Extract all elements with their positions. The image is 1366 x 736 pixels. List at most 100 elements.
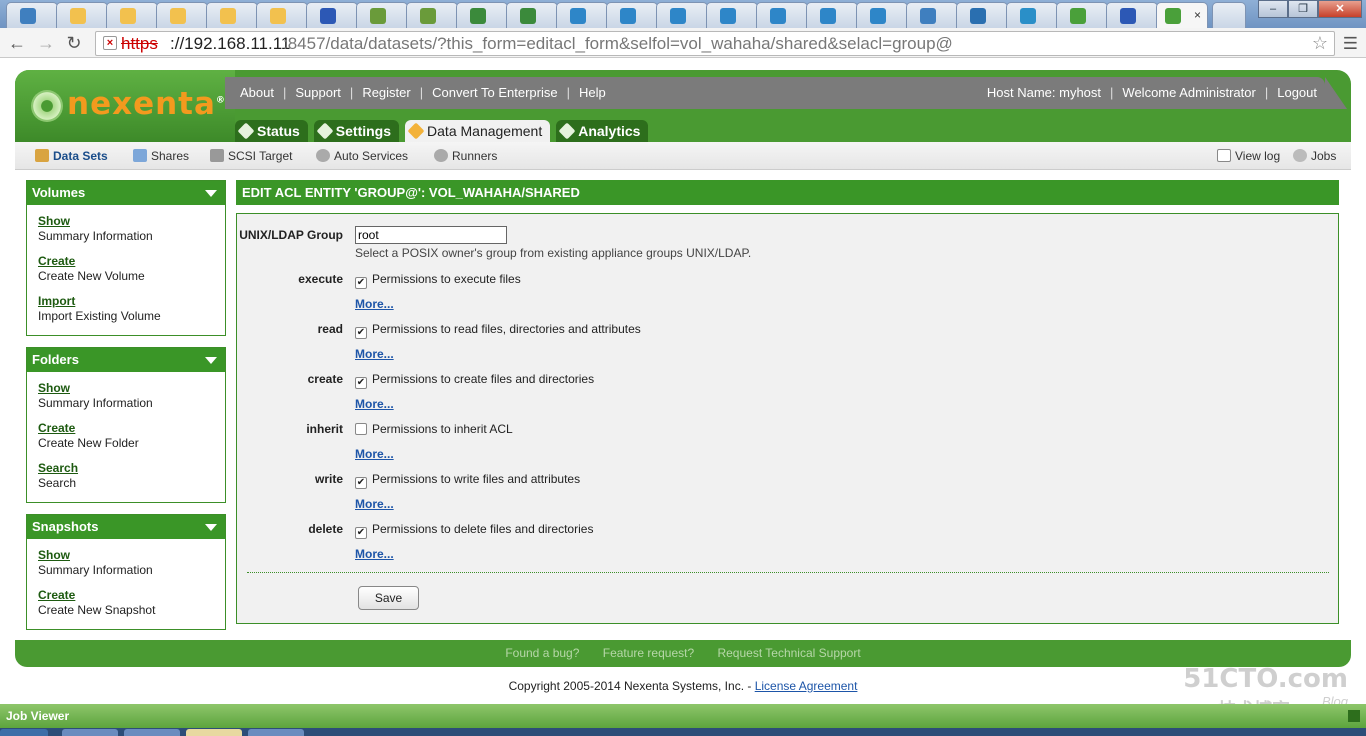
support-link[interactable]: Support: [295, 85, 341, 100]
browser-tab[interactable]: [356, 2, 408, 28]
tab-status[interactable]: Status: [235, 120, 308, 142]
browser-tab[interactable]: [856, 2, 908, 28]
close-tab-icon[interactable]: ×: [1194, 8, 1201, 22]
volumes-show-link[interactable]: Show: [38, 214, 225, 229]
browser-tab[interactable]: [6, 2, 58, 28]
license-agreement-link[interactable]: License Agreement: [755, 679, 858, 693]
expand-icon[interactable]: [1348, 710, 1360, 722]
folders-panel-header[interactable]: Folders: [27, 348, 225, 372]
close-window-button[interactable]: ✕: [1318, 0, 1362, 18]
inherit-checkbox[interactable]: [355, 423, 367, 435]
logout-link[interactable]: Logout: [1277, 85, 1317, 100]
about-link[interactable]: About: [240, 85, 274, 100]
create-checkbox[interactable]: ✔: [355, 377, 367, 389]
browser-tab[interactable]: [1006, 2, 1058, 28]
tab-analytics[interactable]: Analytics: [556, 120, 649, 142]
view-log-link[interactable]: View log: [1217, 149, 1280, 163]
subnav-scsi-target[interactable]: SCSI Target: [210, 149, 292, 163]
browser-tab[interactable]: [906, 2, 958, 28]
chevron-down-icon[interactable]: [205, 190, 217, 197]
subnav-runners[interactable]: Runners: [434, 149, 497, 163]
create-more-link[interactable]: More...: [355, 397, 394, 411]
help-link[interactable]: Help: [579, 85, 606, 100]
taskbar-item[interactable]: [248, 729, 304, 736]
snapshots-create-link[interactable]: Create: [38, 588, 225, 603]
write-more-link[interactable]: More...: [355, 497, 394, 511]
inherit-more-link[interactable]: More...: [355, 447, 394, 461]
browser-tab[interactable]: [306, 2, 358, 28]
request-support-link[interactable]: Request Technical Support: [717, 646, 860, 660]
insecure-warning-icon[interactable]: ×: [103, 36, 117, 50]
taskbar-item[interactable]: [186, 729, 242, 736]
subnav-data-sets[interactable]: Data Sets: [35, 149, 108, 163]
chevron-down-icon[interactable]: [205, 357, 217, 364]
browser-tab-active[interactable]: ×: [1156, 2, 1208, 29]
browser-tab[interactable]: [656, 2, 708, 28]
tab-data-management[interactable]: Data Management: [405, 120, 551, 142]
perm-description: Permissions to execute files: [372, 272, 521, 286]
subnav-shares[interactable]: Shares: [133, 149, 189, 163]
folders-search-link[interactable]: Search: [38, 461, 225, 476]
browser-tab[interactable]: [256, 2, 308, 28]
maximize-button[interactable]: ❐: [1288, 0, 1318, 18]
execute-more-link[interactable]: More...: [355, 297, 394, 311]
volumes-panel-header[interactable]: Volumes: [27, 181, 225, 205]
bookmark-star-icon[interactable]: ☆: [1312, 33, 1328, 54]
delete-checkbox[interactable]: ✔: [355, 527, 367, 539]
taskbar-item[interactable]: [62, 729, 118, 736]
forward-arrow-icon[interactable]: →: [35, 32, 57, 54]
group-input[interactable]: [355, 226, 507, 244]
browser-tab[interactable]: [606, 2, 658, 28]
volumes-import-link[interactable]: Import: [38, 294, 225, 309]
folders-create-link[interactable]: Create: [38, 421, 225, 436]
list-item: Show Summary Information: [38, 548, 225, 578]
snapshots-panel-header[interactable]: Snapshots: [27, 515, 225, 539]
job-viewer-bar[interactable]: Job Viewer: [0, 704, 1366, 728]
browser-tab[interactable]: [56, 2, 108, 28]
browser-tab[interactable]: [956, 2, 1008, 28]
logo[interactable]: nexenta®: [15, 70, 235, 142]
browser-tab[interactable]: [456, 2, 508, 28]
browser-tab[interactable]: [156, 2, 208, 28]
folders-show-link[interactable]: Show: [38, 381, 225, 396]
browser-menu-icon[interactable]: ☰: [1343, 34, 1358, 54]
delete-more-link[interactable]: More...: [355, 547, 394, 561]
folders-panel: Folders Show Summary Information Create Cr…: [26, 347, 226, 503]
snapshots-show-link[interactable]: Show: [38, 548, 225, 563]
found-a-bug-link[interactable]: Found a bug?: [505, 646, 579, 660]
browser-tab[interactable]: [106, 2, 158, 28]
perm-label-delete: delete: [308, 522, 343, 536]
app-icon: [1020, 8, 1036, 24]
browser-tab[interactable]: [756, 2, 808, 28]
perm-description: Permissions to delete files and director…: [372, 522, 594, 536]
url-input[interactable]: × https ://192.168.11.11 :8457/data/data…: [95, 31, 1335, 56]
jobs-link[interactable]: Jobs: [1293, 149, 1336, 163]
play-circle-icon: [570, 8, 586, 24]
back-arrow-icon[interactable]: ←: [6, 32, 28, 54]
browser-tab[interactable]: [806, 2, 858, 28]
browser-tab[interactable]: [556, 2, 608, 28]
subnav-auto-services[interactable]: Auto Services: [316, 149, 408, 163]
register-link[interactable]: Register: [362, 85, 410, 100]
minimize-button[interactable]: ‒: [1258, 0, 1288, 18]
start-button[interactable]: [0, 729, 48, 736]
convert-to-enterprise-link[interactable]: Convert To Enterprise: [432, 85, 558, 100]
read-checkbox[interactable]: ✔: [355, 327, 367, 339]
execute-checkbox[interactable]: ✔: [355, 277, 367, 289]
browser-tab[interactable]: [1056, 2, 1108, 28]
chevron-down-icon[interactable]: [205, 524, 217, 531]
feature-request-link[interactable]: Feature request?: [603, 646, 694, 660]
browser-tab[interactable]: [1106, 2, 1158, 28]
read-more-link[interactable]: More...: [355, 347, 394, 361]
tab-settings[interactable]: Settings: [313, 120, 400, 142]
taskbar-item[interactable]: [124, 729, 180, 736]
browser-tab[interactable]: [406, 2, 458, 28]
browser-tab[interactable]: [506, 2, 558, 28]
save-button[interactable]: Save: [358, 586, 419, 610]
reload-icon[interactable]: ↻: [63, 32, 85, 54]
write-checkbox[interactable]: ✔: [355, 477, 367, 489]
browser-tab[interactable]: [706, 2, 758, 28]
volumes-create-link[interactable]: Create: [38, 254, 225, 269]
browser-tab[interactable]: [206, 2, 258, 28]
new-tab-button[interactable]: [1212, 2, 1246, 28]
